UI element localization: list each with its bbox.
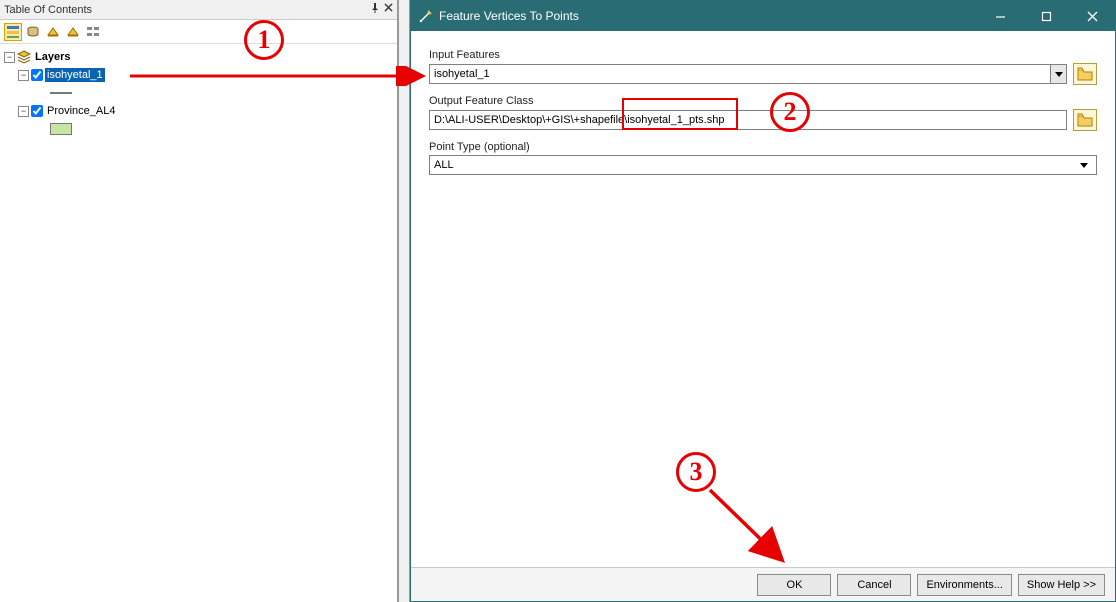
toc-panel: Table Of Contents −: [0, 0, 398, 602]
input-features-value: isohyetal_1: [434, 68, 490, 80]
cancel-button[interactable]: Cancel: [837, 574, 911, 596]
toc-header: Table Of Contents: [0, 0, 397, 20]
toc-tree: − Layers − isohyetal_1 − Province_AL4: [0, 44, 397, 142]
dialog-body: Input Features isohyetal_1 Output Featur…: [411, 31, 1115, 567]
toc-title: Table Of Contents: [4, 4, 92, 16]
list-by-source-button[interactable]: [24, 23, 42, 41]
layer-checkbox[interactable]: [31, 105, 43, 117]
layer-checkbox[interactable]: [31, 69, 43, 81]
maximize-button[interactable]: [1023, 1, 1069, 31]
environments-button[interactable]: Environments...: [917, 574, 1011, 596]
list-by-selection-button[interactable]: [64, 23, 82, 41]
dropdown-button[interactable]: [1050, 65, 1066, 83]
pane-splitter[interactable]: [398, 0, 410, 602]
point-type-select[interactable]: ALL: [429, 155, 1097, 175]
layer-legend-province: [4, 120, 393, 138]
minimize-button[interactable]: [977, 1, 1023, 31]
tree-root-layers[interactable]: − Layers: [4, 48, 393, 66]
legend-polygon-symbol: [50, 123, 72, 135]
output-textbox[interactable]: [429, 110, 1067, 130]
layer-item-province[interactable]: − Province_AL4: [4, 102, 393, 120]
list-by-drawing-order-button[interactable]: [4, 23, 22, 41]
output-label: Output Feature Class: [429, 95, 1097, 107]
input-features-combo[interactable]: isohyetal_1: [429, 64, 1067, 84]
titlebar[interactable]: Feature Vertices To Points: [411, 1, 1115, 31]
input-features-label: Input Features: [429, 49, 1097, 61]
toc-toolbar: [0, 20, 397, 44]
pin-icon[interactable]: [370, 3, 380, 16]
options-button[interactable]: [84, 23, 102, 41]
point-type-label: Point Type (optional): [429, 141, 1097, 153]
close-button[interactable]: [1069, 1, 1115, 31]
layer-legend-isohyetal: [4, 84, 393, 102]
layer-item-isohyetal[interactable]: − isohyetal_1: [4, 66, 393, 84]
output-input[interactable]: [434, 112, 1062, 128]
point-type-value: ALL: [434, 159, 454, 171]
expander-icon[interactable]: −: [18, 70, 29, 81]
chevron-down-icon: [1055, 72, 1063, 77]
layer-label[interactable]: Province_AL4: [45, 104, 118, 118]
dialog-title: Feature Vertices To Points: [439, 9, 579, 23]
tree-root-label: Layers: [33, 50, 72, 64]
list-by-visibility-button[interactable]: [44, 23, 62, 41]
tool-icon: [419, 9, 433, 23]
chevron-down-icon: [1080, 163, 1088, 168]
show-help-button[interactable]: Show Help >>: [1018, 574, 1105, 596]
layers-icon: [17, 50, 31, 64]
layer-label[interactable]: isohyetal_1: [45, 68, 105, 82]
ok-button[interactable]: OK: [757, 574, 831, 596]
close-icon[interactable]: [384, 3, 393, 16]
browse-output-button[interactable]: [1073, 109, 1097, 131]
expander-icon[interactable]: −: [4, 52, 15, 63]
expander-icon[interactable]: −: [18, 106, 29, 117]
legend-line-symbol: [50, 92, 72, 94]
dialog-footer: OK Cancel Environments... Show Help >>: [411, 567, 1115, 601]
browse-input-button[interactable]: [1073, 63, 1097, 85]
tool-dialog: Feature Vertices To Points Input Feature…: [410, 0, 1116, 602]
